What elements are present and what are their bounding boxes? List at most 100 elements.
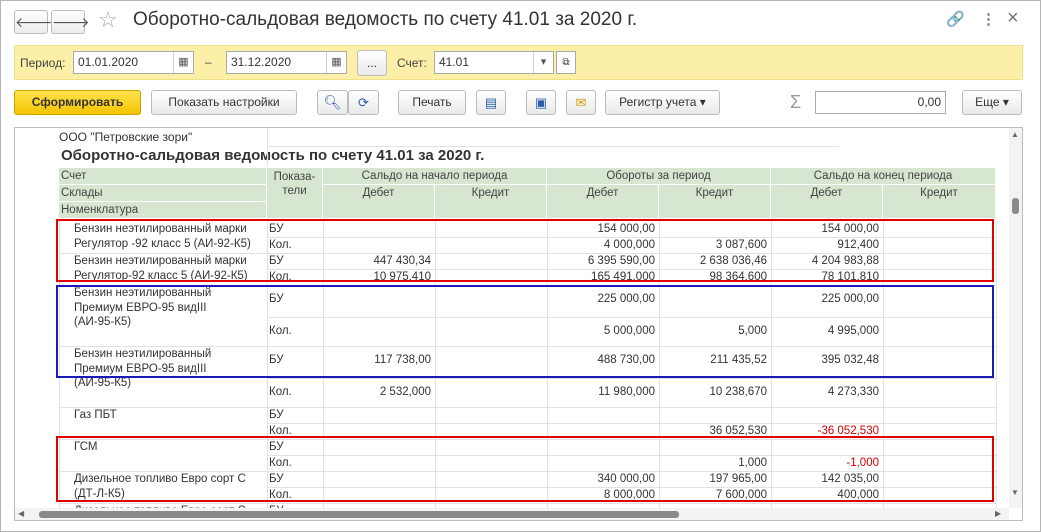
scroll-thumb[interactable] <box>39 511 679 518</box>
more-vert-icon[interactable]: ⋮ <box>981 10 996 28</box>
page-title: Оборотно-сальдовая ведомость по счету 41… <box>133 9 638 30</box>
show-settings-button[interactable]: Показать настройки <box>151 90 297 115</box>
grid-line <box>267 146 839 147</box>
indicator-cell[interactable]: Кол. <box>269 385 319 400</box>
print-preview-icon: ▤ <box>484 95 498 110</box>
organization-name: ООО "Петровские зори" <box>59 130 193 144</box>
calendar-icon[interactable]: ▦ <box>326 52 346 73</box>
preview-button[interactable]: ▤ <box>476 90 506 115</box>
header-turnover-credit: Кредит <box>659 185 771 219</box>
close-icon[interactable]: × <box>1007 7 1019 30</box>
header-opening-debit: Дебет <box>323 185 435 219</box>
date-to-field[interactable]: 31.12.2020 ▦ <box>226 51 347 74</box>
account-value: 41.01 <box>439 55 470 69</box>
account-label: Счет: <box>397 56 427 70</box>
scroll-down-icon[interactable]: ▼ <box>1011 488 1019 497</box>
link-icon[interactable]: 🔗 <box>946 10 965 28</box>
date-to-value: 31.12.2020 <box>231 55 292 69</box>
value-cell-cc[interactable] <box>885 408 992 423</box>
value-cell-od[interactable] <box>325 520 431 521</box>
period-select-button[interactable]: ... <box>357 50 387 76</box>
header-turnover: Обороты за период <box>547 168 771 185</box>
report-title: Оборотно-сальдовая ведомость по счету 41… <box>61 147 485 164</box>
calendar-icon[interactable]: ▦ <box>173 52 193 73</box>
highlight-box-blue <box>56 285 994 378</box>
value-cell-oc[interactable] <box>437 520 543 521</box>
value-cell-tc[interactable] <box>661 408 767 423</box>
value-cell-td[interactable] <box>549 408 655 423</box>
star-icon[interactable]: ☆ <box>98 7 118 33</box>
date-from-field[interactable]: 01.01.2020 ▦ <box>73 51 194 74</box>
header-indicators: Показа- тели <box>267 168 323 219</box>
value-cell-oc[interactable] <box>437 385 543 400</box>
vertical-scrollbar[interactable]: ▲ ▼ <box>1009 128 1022 508</box>
header-opening: Сальдо на начало периода <box>323 168 547 185</box>
chevron-down-icon: ▾ <box>699 95 706 109</box>
header-nomenclature: Номенклатура <box>59 202 267 219</box>
arrow-right-icon: 🡒 <box>52 14 90 30</box>
report-sheet[interactable]: ООО "Петровские зори" Оборотно-сальдовая… <box>14 127 1023 521</box>
header-opening-credit: Кредит <box>435 185 547 219</box>
search-refresh-icon: ⟳ <box>358 95 369 110</box>
header-closing-debit: Дебет <box>771 185 883 219</box>
scroll-left-icon[interactable]: ◀ <box>18 509 24 518</box>
scroll-right-icon[interactable]: ▶ <box>995 509 1001 518</box>
chevron-down-icon[interactable]: ▾ <box>533 52 553 73</box>
account-field[interactable]: 41.01 ▾ <box>434 51 554 74</box>
register-label: Регистр учета <box>619 95 697 109</box>
header-warehouses: Склады <box>59 185 267 202</box>
value-cell-cd[interactable]: 4 273,330 <box>773 385 879 400</box>
value-cell-cd[interactable] <box>773 408 879 423</box>
report-window: 🡐 🡒 ☆ Оборотно-сальдовая ведомость по сч… <box>0 0 1041 532</box>
value-cell-tc[interactable]: 10 238,670 <box>661 385 767 400</box>
date-from-value: 01.01.2020 <box>78 55 139 69</box>
grid-line <box>267 128 268 166</box>
value-cell-cc[interactable] <box>885 520 992 521</box>
print-button[interactable]: Печать <box>398 90 466 115</box>
indicator-cell[interactable]: Кол. <box>269 520 319 521</box>
dash-separator: – <box>205 55 212 69</box>
more-button[interactable]: Еще ▾ <box>962 90 1022 115</box>
filter-bar: Период: 01.01.2020 ▦ – 31.12.2020 ▦ ... … <box>14 45 1023 80</box>
envelope-icon: ✉ <box>575 95 587 110</box>
sum-field[interactable]: 0,00 <box>815 91 946 114</box>
search-button[interactable]: 🔍︎ <box>317 90 348 115</box>
header-closing: Сальдо на конец периода <box>771 168 996 185</box>
value-cell-td[interactable]: 11 980,000 <box>549 385 655 400</box>
search-refresh-button[interactable]: ⟳ <box>348 90 379 115</box>
value-cell-od[interactable] <box>325 408 431 423</box>
header-closing-credit: Кредит <box>883 185 996 219</box>
email-button[interactable]: ✉ <box>566 90 596 115</box>
value-cell-cd[interactable]: -3 763,000 <box>773 520 879 521</box>
chevron-down-icon: ▾ <box>1002 95 1009 109</box>
horizontal-scrollbar[interactable]: ◀ ▶ <box>15 508 1009 520</box>
highlight-box-red <box>56 436 994 502</box>
save-button[interactable]: ▣ <box>526 90 556 115</box>
highlight-box-red <box>56 219 994 282</box>
header-account: Счет <box>59 168 267 185</box>
value-cell-tc[interactable]: 3 763,000 <box>661 520 767 521</box>
grid-line <box>996 221 997 520</box>
value-cell-td[interactable] <box>549 520 655 521</box>
forward-button[interactable]: 🡒 <box>51 10 90 34</box>
generate-button[interactable]: Сформировать <box>14 90 141 115</box>
sum-icon: Σ <box>790 92 802 112</box>
item-name-line: (АИ-95-К5) <box>74 377 132 389</box>
value-cell-od[interactable]: 2 532,000 <box>325 385 431 400</box>
save-icon: ▣ <box>534 95 548 110</box>
period-label: Период: <box>20 56 66 70</box>
arrow-left-icon: 🡐 <box>15 14 53 30</box>
header-turnover-debit: Дебет <box>547 185 659 219</box>
open-icon[interactable]: ⧉ <box>556 51 576 74</box>
more-label: Еще <box>975 95 1000 109</box>
search-icon: 🔍︎ <box>323 94 342 110</box>
scroll-thumb[interactable] <box>1012 198 1019 214</box>
scroll-up-icon[interactable]: ▲ <box>1011 130 1019 139</box>
value-cell-cc[interactable] <box>885 385 992 400</box>
value-cell-oc[interactable] <box>437 408 543 423</box>
item-name-line: Газ ПБТ <box>74 409 117 421</box>
back-button[interactable]: 🡐 <box>14 10 53 34</box>
grid-line <box>267 378 996 379</box>
register-dropdown[interactable]: Регистр учета ▾ <box>605 90 720 115</box>
indicator-cell[interactable]: БУ <box>269 408 319 423</box>
